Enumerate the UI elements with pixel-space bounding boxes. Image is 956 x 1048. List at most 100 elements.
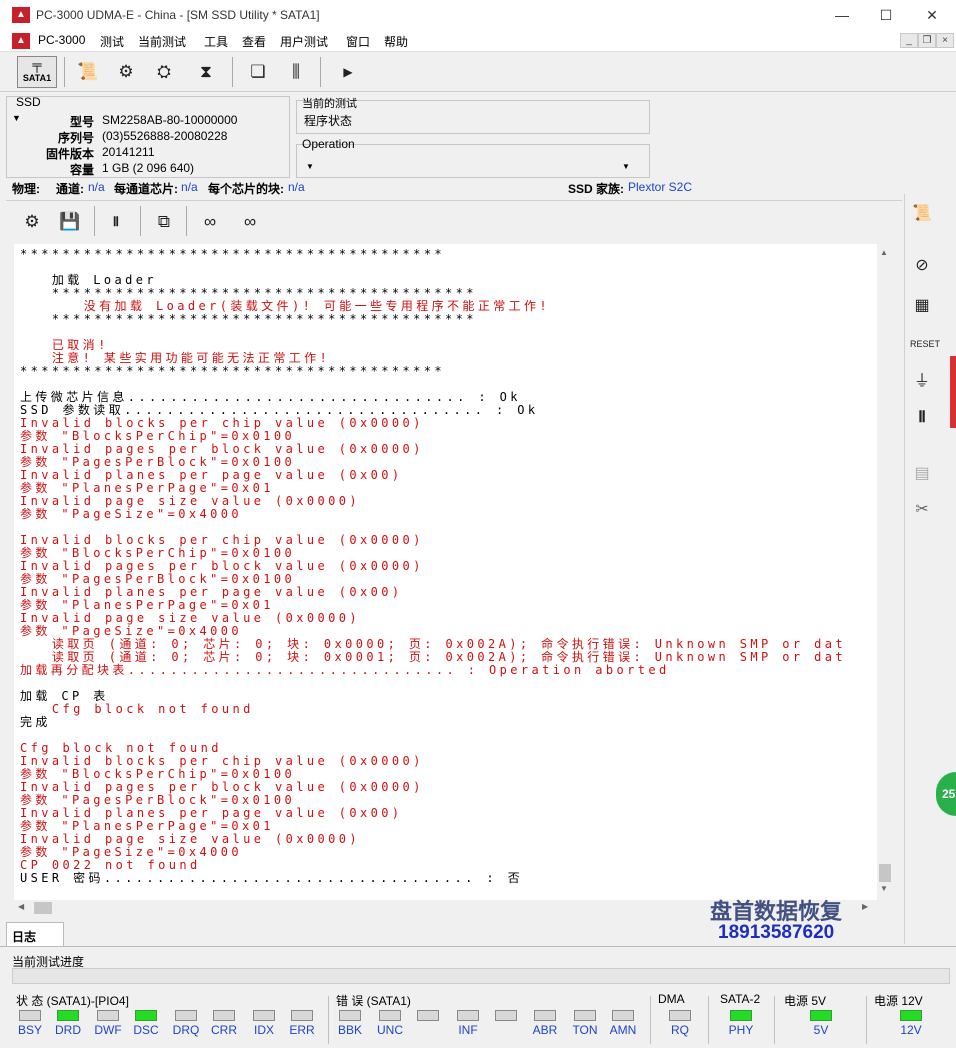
toolbar-separator <box>232 57 233 87</box>
binoculars-next-icon[interactable]: ∞ <box>236 208 264 236</box>
menu-help[interactable]: 帮助 <box>384 33 408 50</box>
scroll-icon[interactable]: 📜 <box>910 202 934 226</box>
status-led <box>213 1010 235 1021</box>
toolbar-separator <box>94 206 95 236</box>
reset-icon[interactable]: RESET <box>910 332 940 356</box>
hourglass-icon[interactable]: ⧗ <box>192 58 220 86</box>
minimize-button[interactable]: — <box>820 4 864 26</box>
port-plug-icon: ╤ <box>32 57 42 72</box>
serial-value: (03)5526888-20080228 <box>102 129 228 143</box>
close-button[interactable]: ✕ <box>910 4 954 26</box>
log-line: **************************************** <box>20 247 445 261</box>
windows-icon[interactable]: ❏ <box>244 58 272 86</box>
operation-dropdown-icon[interactable]: ▼ <box>306 162 314 171</box>
hscroll-thumb[interactable] <box>34 902 52 914</box>
multi-gear-icon[interactable]: ⛭ <box>150 58 178 86</box>
chips-value: n/a <box>181 180 198 194</box>
blocks-value: n/a <box>288 180 305 194</box>
mdi-close-button[interactable]: × <box>936 33 954 48</box>
binoculars-icon[interactable]: ∞ <box>196 208 224 236</box>
capacity-value: 1 GB (2 096 640) <box>102 161 195 175</box>
divider <box>866 996 867 1044</box>
tile-icon[interactable]: ⫼ <box>282 58 310 86</box>
title-bar: ▲ PC-3000 UDMA-E - China - [SM SSD Utili… <box>0 0 956 30</box>
serial-label: 序列号 <box>57 131 94 145</box>
power-switch-icon[interactable]: ⏚ <box>910 370 934 394</box>
family-label: SSD 家族: <box>568 182 625 196</box>
error-led <box>495 1010 517 1021</box>
menu-pc3000[interactable]: PC-3000 <box>38 33 85 47</box>
log-tab-label: 日志 <box>12 930 37 944</box>
power12v-led-label: 12V <box>900 1023 922 1037</box>
toolbar-separator <box>64 57 65 87</box>
status-led-label: BSY <box>17 1023 42 1037</box>
mdi-minimize-button[interactable]: _ <box>900 33 918 48</box>
log-console[interactable]: ****************************************… <box>14 244 877 902</box>
model-value: SM2258AB-80-10000000 <box>102 113 238 127</box>
status-led-label: DRD <box>55 1023 81 1037</box>
sata-group-label: SATA-2 <box>720 992 761 1006</box>
scroll-up-icon[interactable]: ▲ <box>880 248 888 257</box>
model-label: 型号 <box>69 115 94 129</box>
ssd-panel-label: SSD <box>16 95 41 109</box>
scroll-left-icon[interactable]: ◀ <box>18 902 24 911</box>
scroll-down-icon[interactable]: ▼ <box>880 884 888 893</box>
status-led-label: IDX <box>253 1023 274 1037</box>
operation-dropdown-icon[interactable]: ▼ <box>622 162 630 171</box>
save-disk-icon[interactable]: 💾 <box>56 208 84 236</box>
app-logo-icon: ▲ <box>12 7 30 23</box>
status-led <box>175 1010 197 1021</box>
watermark-phone: 18913587620 <box>718 922 835 943</box>
error-led <box>379 1010 401 1021</box>
error-led-label: UNC <box>377 1023 403 1037</box>
power5v-led-label: 5V <box>813 1023 829 1037</box>
status-led <box>135 1010 157 1021</box>
status-led <box>291 1010 313 1021</box>
divider <box>0 946 956 947</box>
scroll-right-icon[interactable]: ▶ <box>862 902 868 911</box>
sata-led <box>730 1010 752 1021</box>
pause-icon[interactable]: Ⅱ <box>102 208 130 236</box>
capacity-label: 容量 <box>69 163 94 177</box>
scroll-thumb[interactable] <box>879 864 891 882</box>
gear-icon[interactable]: ⚙ <box>112 58 140 86</box>
status-group-label: 状 态 (SATA1)-[PIO4] <box>16 994 129 1008</box>
firmware-value: 20141211 <box>102 145 155 159</box>
menu-tools[interactable]: 工具 <box>204 33 228 50</box>
error-led <box>417 1010 439 1021</box>
menu-test[interactable]: 测试 <box>100 33 124 50</box>
maximize-button[interactable]: ☐ <box>864 4 908 26</box>
play-icon[interactable]: ▶ <box>334 58 362 86</box>
error-led <box>339 1010 361 1021</box>
sata-port-button[interactable]: ╤ SATA1 <box>17 56 57 88</box>
erase-icon[interactable]: ⊘ <box>910 254 934 278</box>
log-line: Cfg block not found <box>20 702 254 716</box>
window-title: PC-3000 UDMA-E - China - [SM SSD Utility… <box>36 8 320 22</box>
divider <box>774 996 775 1044</box>
menu-window[interactable]: 窗口 <box>346 33 370 50</box>
error-led <box>457 1010 479 1021</box>
divider <box>328 996 329 1044</box>
log-line: 加载再分配块表............................... :… <box>20 663 670 677</box>
settings-gear-icon[interactable]: ⚙ <box>18 208 46 236</box>
vertical-scrollbar[interactable]: ▲ ▼ <box>877 244 893 916</box>
log-line: **************************************** <box>20 364 445 378</box>
dma-led-label: RQ <box>671 1023 689 1037</box>
menu-view[interactable]: 查看 <box>242 33 266 50</box>
scroll-icon[interactable]: 📜 <box>74 58 102 86</box>
error-led-label: INF <box>458 1023 478 1037</box>
menu-current-test[interactable]: 当前测试 <box>138 33 186 50</box>
error-led <box>574 1010 596 1021</box>
status-led <box>97 1010 119 1021</box>
tools-icon[interactable]: ✂ <box>910 498 934 522</box>
copy-icon[interactable]: ⧉ <box>150 208 178 236</box>
app-menu-icon[interactable]: ▲ <box>12 33 30 49</box>
mdi-restore-button[interactable]: ❐ <box>918 33 936 48</box>
menu-user-test[interactable]: 用户测试 <box>280 33 328 50</box>
side-tab[interactable] <box>950 356 956 428</box>
status-led <box>57 1010 79 1021</box>
blocks-label: 每个芯片的块: <box>208 182 284 196</box>
sata-led-label: PHY <box>728 1023 754 1037</box>
pause-icon[interactable]: Ⅱ <box>910 406 934 430</box>
chip-icon[interactable]: ▦ <box>910 294 934 318</box>
